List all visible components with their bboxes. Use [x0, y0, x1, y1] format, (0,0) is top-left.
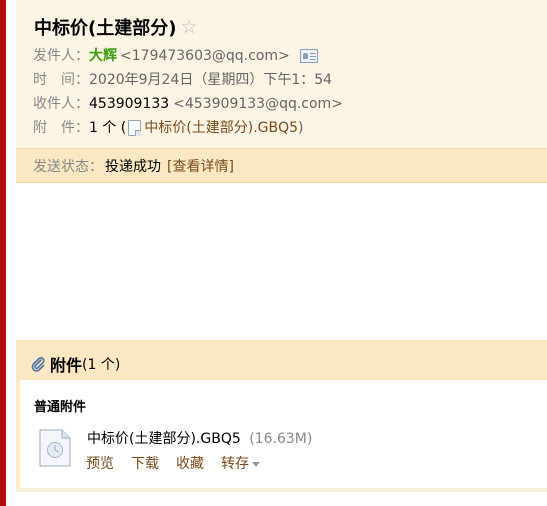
paperclip-icon	[30, 356, 46, 372]
attachments-title: 附件	[50, 356, 83, 375]
status-label: 发送状态：	[33, 158, 103, 175]
sender-email[interactable]: <179473603@qq.com>	[120, 47, 290, 65]
mail-subject: 中标价(土建部分)	[34, 18, 177, 39]
attachment-label: 附 件：	[33, 120, 89, 136]
sender-label: 发件人：	[33, 48, 89, 64]
delivery-status-bar: 发送状态： 投递成功 [查看详情]	[16, 148, 547, 182]
file-size: (16.63M)	[249, 431, 313, 447]
left-accent-strip	[0, 0, 6, 506]
mail-header: 中标价(土建部分) ☆ 发件人： 大辉 <179473603@qq.com> 时…	[16, 0, 547, 183]
favorite-link[interactable]: 收藏	[176, 453, 204, 473]
subject-row: 中标价(土建部分) ☆	[34, 14, 198, 40]
attachment-count: 1 个 (	[89, 120, 127, 136]
time-value: 2020年9月24日（星期四）下午1：54	[89, 72, 333, 88]
attachment-row: 附 件： 1 个 ( 中标价(土建部分).GBQ5 )	[33, 119, 304, 137]
attachment-link[interactable]: 中标价(土建部分).GBQ5	[144, 119, 298, 137]
attachments-count: (1 个)	[82, 357, 121, 373]
recipient-row: 收件人： 453909133 <453909133@qq.com>	[33, 95, 343, 113]
file-name-row: 中标价(土建部分).GBQ5 (16.63M)	[87, 428, 312, 448]
star-icon[interactable]: ☆	[180, 17, 197, 37]
file-icon[interactable]	[38, 429, 72, 467]
save-to-link[interactable]: 转存	[221, 453, 260, 473]
file-name[interactable]: 中标价(土建部分).GBQ5	[87, 431, 241, 447]
attachment-close: )	[298, 120, 304, 136]
file-actions: 预览 下载 收藏 转存	[86, 453, 260, 473]
attachments-header: 附件 (1 个)	[30, 352, 120, 376]
document-icon	[128, 120, 142, 136]
recipient-email[interactable]: <453909133@qq.com>	[173, 95, 343, 113]
attachments-list: 普通附件 中标价(土建部分).GBQ5 (16.63M) 预览 下载 收藏 转存	[20, 380, 547, 488]
recipient-label: 收件人：	[33, 96, 89, 112]
sender-name[interactable]: 大辉	[89, 47, 117, 65]
time-label: 时 间：	[33, 72, 89, 88]
sender-row: 发件人： 大辉 <179473603@qq.com>	[33, 47, 318, 65]
time-row: 时 间： 2020年9月24日（星期四）下午1：54	[33, 71, 332, 89]
preview-link[interactable]: 预览	[86, 453, 114, 473]
save-to-label: 转存	[221, 456, 249, 472]
contact-card-icon[interactable]	[299, 49, 318, 63]
view-details-link[interactable]: [查看详情]	[167, 156, 234, 176]
recipient-name[interactable]: 453909133	[89, 95, 169, 113]
attachment-group-title: 普通附件	[34, 400, 87, 415]
download-link[interactable]: 下载	[131, 453, 159, 473]
chevron-down-icon	[252, 461, 260, 467]
status-value: 投递成功	[105, 158, 161, 175]
attachments-panel: 附件 (1 个) 普通附件 中标价(土建部分).GBQ5 (16.63M) 预览…	[16, 340, 547, 492]
